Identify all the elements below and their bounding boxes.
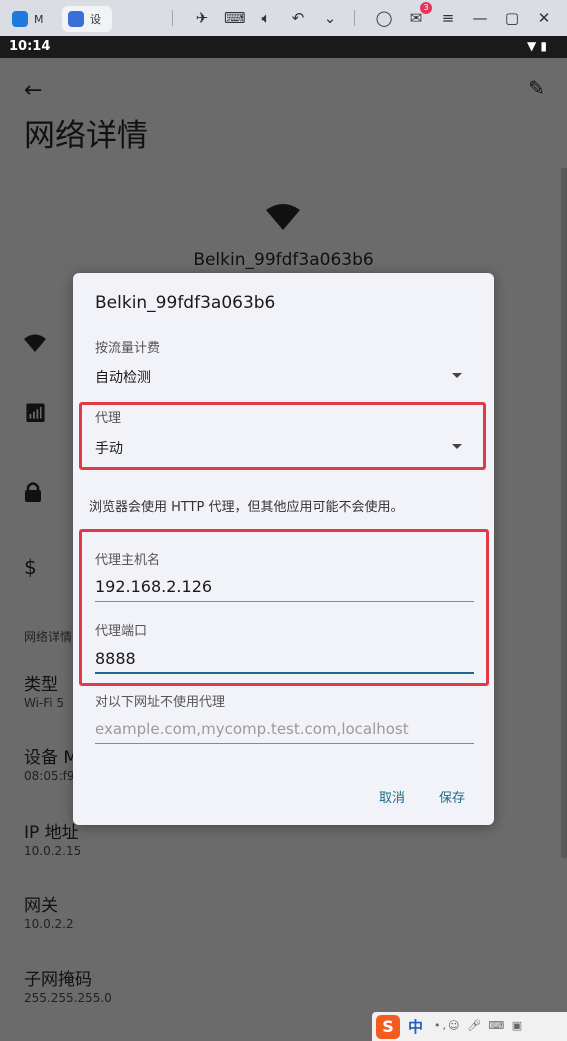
maximize-icon[interactable]: ▢ <box>502 8 522 28</box>
minimize-icon[interactable]: — <box>470 8 490 28</box>
save-button[interactable]: 保存 <box>439 787 465 806</box>
detail-value: 08:05:f9 <box>24 769 75 783</box>
emulator-tab-settings[interactable]: 设 <box>62 6 112 32</box>
detail-title: 类型 <box>24 675 58 695</box>
broadcast-icon: 📶︎ <box>24 403 47 424</box>
emulator-toolbar: M 设 ✈ ⌨ 🔈︎ ↶ ⌄ ◯ ✉ 3 ≡ — ▢ ✕ <box>0 0 567 36</box>
notification-badge: 3 <box>420 2 432 14</box>
edit-pencil-icon[interactable]: ✎ <box>528 76 545 100</box>
metered-label: 按流量计费 <box>95 341 161 356</box>
volume-icon[interactable]: 🔈︎ <box>256 8 276 28</box>
network-name: Belkin_99fdf3a063b6 <box>193 250 374 270</box>
user-icon[interactable]: ◯ <box>374 8 394 28</box>
proxy-highlight-box <box>79 402 486 470</box>
detail-title: 子网掩码 <box>24 970 92 990</box>
battery-icon: ▮ <box>540 39 547 53</box>
wifi-icon: ▼ <box>526 39 537 53</box>
detail-title: 设备 M <box>24 748 79 768</box>
bypass-list-input[interactable] <box>95 714 474 744</box>
detail-value: 10.0.2.15 <box>24 844 82 858</box>
dollar-icon: $ <box>24 555 37 579</box>
ime-logo[interactable]: S <box>376 1015 400 1039</box>
chevron-down-icon[interactable]: ⌄ <box>320 8 340 28</box>
detail-value: 255.255.255.0 <box>24 991 112 1005</box>
proxy-note: 浏览器会使用 HTTP 代理，但其他应用可能不会使用。 <box>89 500 404 515</box>
emulator-tab-label: 设 <box>90 13 101 26</box>
status-bar: 10:14 ▼ ▮ <box>0 36 567 58</box>
section-label: 网络详情 <box>24 630 73 644</box>
app-logo-icon <box>12 11 28 27</box>
lock-icon <box>24 482 42 507</box>
wifi-signal-icon <box>266 204 300 230</box>
ime-toolbar: S 中 •,☺ 🎤︎ ⌨ ▣ <box>372 1012 567 1041</box>
keyboard-icon[interactable]: ⌨ <box>224 8 246 28</box>
undo-icon[interactable]: ↶ <box>288 8 308 28</box>
settings-app-icon <box>68 11 84 27</box>
dialog-title: Belkin_99fdf3a063b6 <box>95 293 276 313</box>
toolbar-divider <box>172 10 173 26</box>
emulator-tab-label: M <box>34 12 44 26</box>
cancel-button[interactable]: 取消 <box>379 787 405 806</box>
bypass-label: 对以下网址不使用代理 <box>95 695 226 710</box>
detail-value: 10.0.2.2 <box>24 917 74 931</box>
detail-title: IP 地址 <box>24 823 79 843</box>
wifi-icon <box>24 334 46 357</box>
ime-tools-icon[interactable]: •,☺ 🎤︎ ⌨ ▣ <box>434 1019 524 1032</box>
menu-icon[interactable]: ≡ <box>438 8 458 28</box>
dropdown-caret-icon <box>452 373 462 378</box>
back-arrow-icon[interactable]: ← <box>24 78 42 103</box>
status-time: 10:14 <box>9 39 51 54</box>
metered-dropdown[interactable]: 自动检测 <box>73 357 494 393</box>
page-title: 网络详情 <box>24 118 148 154</box>
detail-title: 网关 <box>24 896 58 916</box>
metered-value: 自动检测 <box>95 370 151 386</box>
detail-value: Wi-Fi 5 <box>24 696 65 710</box>
rotate-icon[interactable]: ✈ <box>192 8 212 28</box>
emulator-tab-app[interactable]: M <box>6 6 58 32</box>
scrollbar[interactable] <box>561 168 567 858</box>
host-port-highlight-box <box>79 529 489 686</box>
ime-mode[interactable]: 中 <box>408 1016 423 1037</box>
close-icon[interactable]: ✕ <box>534 8 554 28</box>
status-icons: ▼ ▮ <box>527 39 547 53</box>
toolbar-divider <box>354 10 355 26</box>
